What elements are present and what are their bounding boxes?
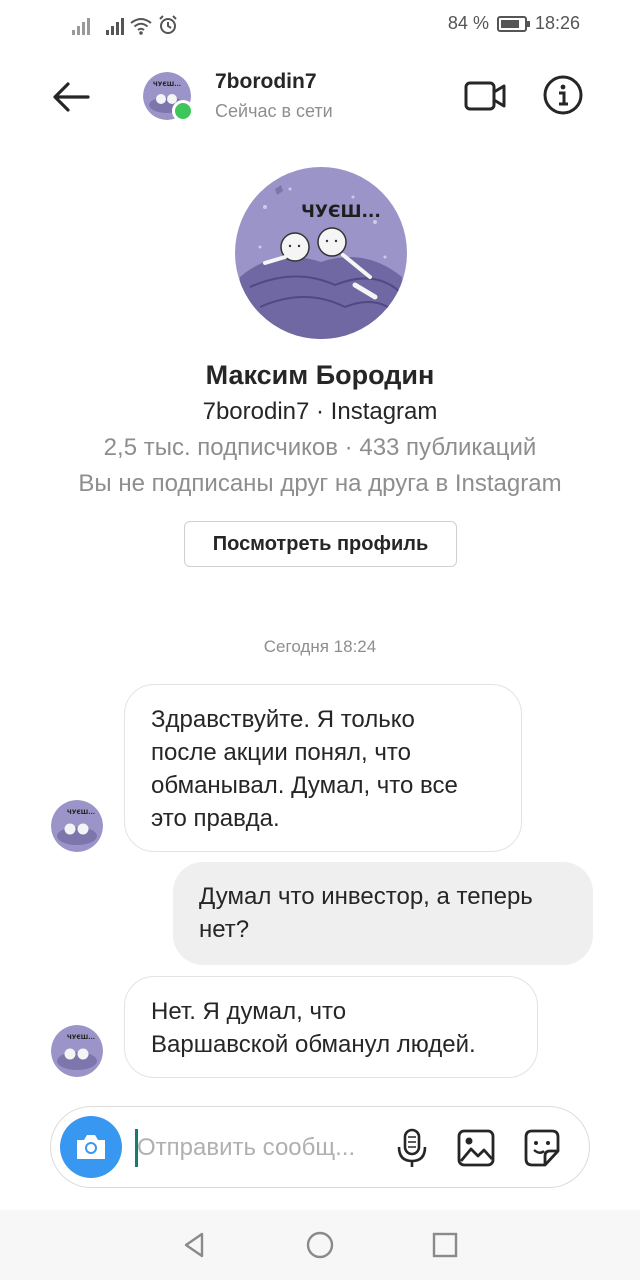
camera-icon [77, 1135, 105, 1159]
message-line: после акции понял, что [151, 739, 411, 766]
status-icons-right: 84 % 18:26 [448, 13, 580, 34]
message-timestamp: Сегодня 18:24 [263, 637, 377, 656]
chat-username[interactable]: 7borodin7 [215, 70, 317, 94]
message-bubble-incoming[interactable]: Здравствуйте. Я только после акции понял… [124, 684, 522, 852]
signal-icon [106, 17, 124, 35]
sender-avatar[interactable]: ЧУЄШ... [51, 800, 103, 852]
message-line: обманывал. Думал, что все [151, 772, 458, 799]
follow-status: Вы не подписаны друг на друга в Instagra… [78, 470, 562, 497]
alarm-icon [159, 15, 177, 34]
message-line: Нет. Я думал, что [151, 998, 347, 1025]
sender-avatar[interactable]: ЧУЄШ... [51, 1025, 103, 1077]
avatar-caption: ЧУЄШ... [301, 202, 381, 222]
system-navigation-bar [0, 1210, 640, 1280]
microphone-icon[interactable] [393, 1127, 431, 1169]
battery-percent: 84 % [447, 13, 489, 33]
profile-stats: 2,5 тыс. подписчиков · 433 публикаций [103, 434, 537, 461]
message-composer [50, 1106, 590, 1188]
avatar-text: ЧУЄШ... [67, 809, 95, 816]
status-icons-left [72, 13, 178, 35]
nav-recents-icon[interactable] [432, 1232, 458, 1258]
online-indicator [172, 100, 194, 122]
message-bubble-outgoing[interactable]: Думал что инвестор, а теперь нет? [173, 862, 593, 965]
camera-button[interactable] [60, 1116, 122, 1178]
message-bubble-incoming[interactable]: Нет. Я думал, что Варшавской обманул люд… [124, 976, 538, 1078]
gallery-icon[interactable] [455, 1127, 497, 1169]
battery-icon [496, 15, 530, 32]
view-profile-button[interactable]: Посмотреть профиль [184, 521, 457, 567]
nav-home-icon[interactable] [305, 1230, 335, 1260]
profile-subtitle: 7borodin7 · Instagram [202, 398, 438, 425]
sticker-icon[interactable] [521, 1127, 563, 1169]
avatar-text: ЧУЄШ... [153, 81, 181, 88]
message-line: нет? [199, 916, 250, 943]
signal-icon [72, 17, 90, 35]
profile-avatar[interactable]: ЧУЄШ... [235, 167, 407, 339]
message-line: это правда. [151, 805, 280, 832]
chat-header: ЧУЄШ... 7borodin7 Сейчас в сети [0, 50, 640, 142]
presence-status: Сейчас в сети [215, 101, 333, 121]
nav-back-icon[interactable] [180, 1230, 210, 1260]
info-icon[interactable] [542, 74, 584, 116]
message-line: Здравствуйте. Я только [151, 706, 415, 733]
message-line: Думал что инвестор, а теперь [199, 883, 533, 910]
clock: 18:26 [534, 13, 580, 33]
message-input[interactable] [137, 1127, 377, 1169]
wifi-icon [130, 18, 152, 35]
status-bar: 84 % 18:26 [0, 0, 640, 50]
message-line: Варшавской обманул людей. [151, 1031, 476, 1058]
video-call-icon[interactable] [462, 76, 508, 116]
back-arrow-icon[interactable] [48, 74, 94, 120]
profile-full-name: Максим Бородин [205, 360, 435, 390]
avatar-text: ЧУЄШ... [67, 1034, 95, 1041]
